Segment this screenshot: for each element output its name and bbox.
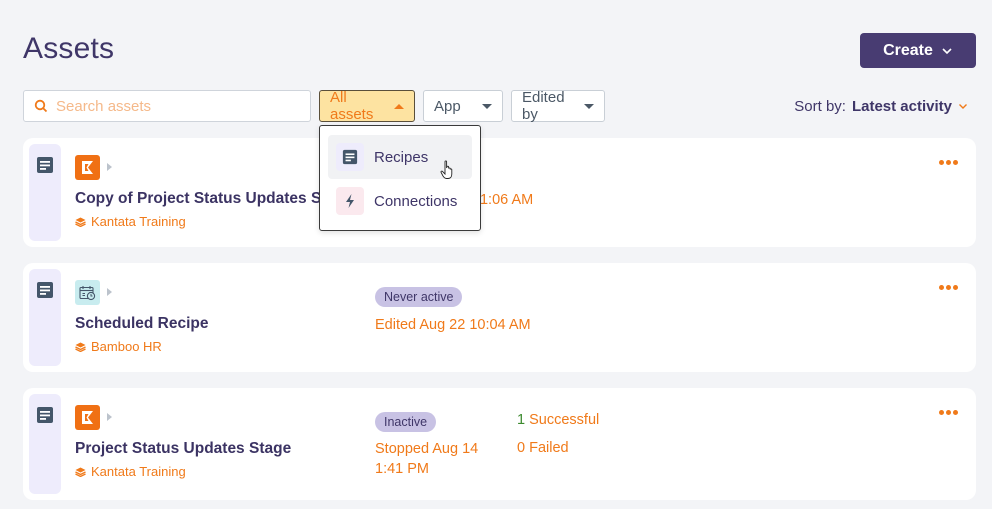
kantata-app-icon — [75, 405, 100, 430]
more-options-button[interactable] — [939, 285, 958, 290]
chevron-down-icon — [959, 104, 967, 109]
asset-type-rail — [29, 269, 61, 366]
asset-type-rail — [29, 394, 61, 494]
filter-app-label: App — [434, 97, 461, 115]
search-box[interactable] — [23, 90, 311, 122]
status-badge: Never active — [375, 287, 463, 307]
dropdown-item-connections[interactable]: Connections — [328, 179, 472, 223]
caret-down-icon — [482, 103, 492, 109]
recipe-doc-icon — [37, 157, 53, 173]
asset-date: Stopped Aug 14 1:41 PM — [375, 441, 479, 477]
scheduler-app-icon — [75, 280, 100, 305]
filter-app[interactable]: App — [423, 90, 503, 122]
more-options-button[interactable] — [939, 410, 958, 415]
recipe-doc-icon — [37, 407, 53, 423]
connection-label: Kantata Training — [75, 214, 186, 229]
filter-edited-by[interactable]: Edited by — [511, 89, 605, 123]
stack-icon — [75, 342, 86, 352]
asset-type-rail — [29, 144, 61, 241]
caret-up-icon — [394, 103, 404, 109]
asset-card[interactable]: Project Status Updates Stage Kantata Tra… — [23, 388, 976, 500]
filter-all-assets-label: All assets — [330, 89, 374, 123]
asset-name[interactable]: Scheduled Recipe — [75, 315, 209, 333]
asset-card[interactable]: Copy of Project Status Updates Stag Kant… — [23, 138, 976, 247]
filter-edited-by-label: Edited by — [522, 89, 565, 123]
expand-arrow-icon[interactable] — [107, 288, 112, 296]
kantata-app-icon — [75, 155, 100, 180]
asset-type-dropdown: Recipes Connections — [319, 125, 481, 231]
successful-count: 1 Successful — [517, 412, 600, 428]
stack-icon — [75, 467, 86, 477]
connection-label: Bamboo HR — [75, 339, 162, 354]
recipe-doc-icon — [342, 149, 358, 165]
expand-arrow-icon[interactable] — [107, 413, 112, 421]
asset-name[interactable]: Copy of Project Status Updates Stag — [75, 190, 345, 208]
asset-name[interactable]: Project Status Updates Stage — [75, 440, 291, 458]
sort-control[interactable]: Sort by: Latest activity — [794, 98, 968, 115]
stack-icon — [75, 217, 86, 227]
dropdown-item-label: Recipes — [374, 148, 429, 166]
sort-value: Latest activity — [851, 98, 952, 115]
asset-date: Edited Aug 22 10:04 AM — [375, 317, 531, 333]
caret-down-icon — [584, 103, 594, 109]
search-icon — [34, 99, 48, 113]
expand-arrow-icon[interactable] — [107, 163, 112, 171]
create-button[interactable]: Create — [860, 33, 976, 68]
chevron-down-icon — [942, 47, 952, 54]
status-badge: Inactive — [375, 412, 437, 432]
connection-label: Kantata Training — [75, 464, 186, 479]
more-options-button[interactable] — [939, 160, 958, 165]
filter-all-assets[interactable]: All assets — [319, 89, 415, 123]
recipe-doc-icon — [37, 282, 53, 298]
sort-prefix: Sort by: — [794, 98, 846, 115]
failed-count: 0 Failed — [517, 440, 569, 456]
search-input[interactable] — [56, 97, 296, 115]
lightning-icon — [346, 194, 354, 208]
asset-card[interactable]: Scheduled Recipe Bamboo HR Never active … — [23, 263, 976, 372]
page-title: Assets — [23, 32, 115, 65]
dropdown-item-label: Connections — [374, 192, 458, 210]
asset-date: 11:06 AM — [473, 192, 534, 208]
hand-cursor-icon — [440, 160, 453, 179]
create-button-label: Create — [883, 41, 933, 59]
